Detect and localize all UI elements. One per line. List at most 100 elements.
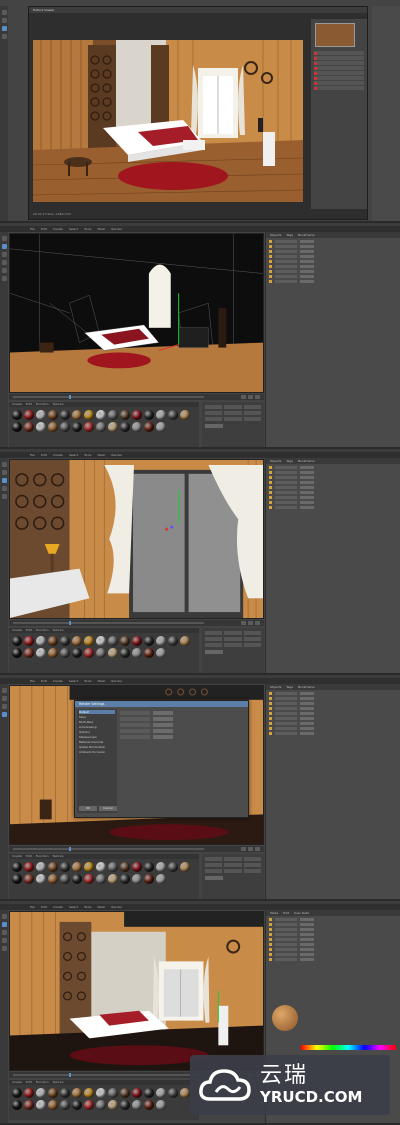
- object-row[interactable]: [269, 957, 397, 961]
- material-swatch[interactable]: [144, 1100, 154, 1110]
- material-swatch[interactable]: [168, 1088, 178, 1098]
- material-swatch[interactable]: [132, 862, 142, 872]
- material-swatch[interactable]: [96, 874, 106, 884]
- material-swatch[interactable]: [72, 1100, 82, 1110]
- tool-icon[interactable]: [1, 712, 7, 717]
- mat-tab[interactable]: Create: [12, 628, 22, 633]
- object-row[interactable]: [269, 691, 397, 695]
- material-swatch[interactable]: [156, 636, 166, 646]
- history-row[interactable]: [314, 56, 364, 60]
- tab-bookmarks[interactable]: Bookmarks: [298, 458, 315, 464]
- material-swatch[interactable]: [120, 410, 130, 420]
- object-row[interactable]: [269, 932, 397, 936]
- mat-tab[interactable]: Texture: [53, 402, 64, 407]
- material-swatch[interactable]: [12, 648, 22, 658]
- tool-icon[interactable]: [1, 930, 7, 935]
- mat-tab[interactable]: Edit: [26, 628, 32, 633]
- tool-icon[interactable]: [1, 462, 7, 467]
- object-row[interactable]: [269, 475, 397, 479]
- history-row[interactable]: [314, 81, 364, 85]
- material-swatch[interactable]: [84, 422, 94, 432]
- object-row[interactable]: [269, 505, 397, 509]
- object-row[interactable]: [269, 726, 397, 730]
- history-row[interactable]: [314, 61, 364, 65]
- object-row[interactable]: [269, 711, 397, 715]
- material-swatch[interactable]: [144, 648, 154, 658]
- tab-objects[interactable]: Objects: [270, 458, 281, 464]
- material-swatch[interactable]: [144, 636, 154, 646]
- object-row[interactable]: [269, 239, 397, 243]
- render-thumbnail[interactable]: [315, 23, 355, 47]
- material-swatch[interactable]: [48, 1088, 58, 1098]
- material-swatch[interactable]: [48, 636, 58, 646]
- settings-item-antialiasing[interactable]: Anti-Aliasing: [79, 725, 115, 729]
- settings-item-ao[interactable]: Ambient Occlusion: [79, 750, 115, 754]
- tab-bookmarks[interactable]: Bookmarks: [298, 684, 315, 690]
- material-swatch[interactable]: [180, 1088, 190, 1098]
- material-swatch[interactable]: [48, 874, 58, 884]
- material-swatch[interactable]: [108, 636, 118, 646]
- settings-item-gi[interactable]: Global Illumination: [79, 745, 115, 749]
- settings-item-save[interactable]: Save: [79, 715, 115, 719]
- tool-icon[interactable]: [1, 688, 7, 693]
- object-row[interactable]: [269, 244, 397, 248]
- object-row[interactable]: [269, 947, 397, 951]
- tool-icon[interactable]: [1, 704, 7, 709]
- mat-tab[interactable]: Function: [36, 854, 49, 859]
- material-swatch[interactable]: [168, 410, 178, 420]
- material-swatch[interactable]: [12, 422, 22, 432]
- tool-icon[interactable]: [1, 10, 7, 15]
- form-field[interactable]: [153, 729, 173, 733]
- material-swatch[interactable]: [36, 874, 46, 884]
- object-row[interactable]: [269, 495, 397, 499]
- material-swatch[interactable]: [36, 1088, 46, 1098]
- material-swatch[interactable]: [96, 636, 106, 646]
- playhead[interactable]: [69, 395, 71, 399]
- history-row[interactable]: [314, 51, 364, 55]
- mat-tab[interactable]: Texture: [53, 628, 64, 633]
- mat-tab[interactable]: Create: [12, 854, 22, 859]
- mat-tab[interactable]: Edit: [26, 1080, 32, 1085]
- object-row[interactable]: [269, 485, 397, 489]
- object-row[interactable]: [269, 259, 397, 263]
- object-row[interactable]: [269, 480, 397, 484]
- material-swatch[interactable]: [12, 874, 22, 884]
- object-row[interactable]: [269, 465, 397, 469]
- apply-button[interactable]: [205, 876, 223, 880]
- object-row[interactable]: [269, 721, 397, 725]
- tab-objects[interactable]: Objects: [270, 232, 281, 238]
- tab-mode[interactable]: Mode: [270, 910, 278, 916]
- material-swatch[interactable]: [60, 648, 70, 658]
- object-row[interactable]: [269, 249, 397, 253]
- tool-icon[interactable]: [1, 696, 7, 701]
- material-swatch[interactable]: [168, 862, 178, 872]
- object-row[interactable]: [269, 500, 397, 504]
- material-swatch[interactable]: [36, 648, 46, 658]
- material-swatch[interactable]: [12, 410, 22, 420]
- object-row[interactable]: [269, 696, 397, 700]
- tool-icon[interactable]: [1, 494, 7, 499]
- tab-objects[interactable]: Objects: [270, 684, 281, 690]
- material-swatch[interactable]: [60, 1100, 70, 1110]
- tool-icon[interactable]: [1, 946, 7, 951]
- timeline[interactable]: [9, 620, 264, 626]
- material-swatch[interactable]: [108, 410, 118, 420]
- tool-icon[interactable]: [1, 486, 7, 491]
- settings-item-options[interactable]: Options: [79, 730, 115, 734]
- tab-tags[interactable]: Tags: [286, 458, 293, 464]
- history-row[interactable]: [314, 86, 364, 90]
- material-swatch[interactable]: [84, 636, 94, 646]
- material-swatch[interactable]: [24, 648, 34, 658]
- material-swatch[interactable]: [48, 422, 58, 432]
- tab-tags[interactable]: Tags: [286, 232, 293, 238]
- material-swatch[interactable]: [72, 636, 82, 646]
- material-swatch[interactable]: [180, 636, 190, 646]
- material-swatch[interactable]: [48, 862, 58, 872]
- material-swatch[interactable]: [84, 648, 94, 658]
- tab-user-data[interactable]: User Data: [294, 910, 309, 916]
- material-swatch[interactable]: [144, 422, 154, 432]
- material-swatch[interactable]: [60, 410, 70, 420]
- viewport[interactable]: [9, 233, 264, 393]
- form-field[interactable]: [153, 717, 173, 721]
- material-swatch[interactable]: [12, 636, 22, 646]
